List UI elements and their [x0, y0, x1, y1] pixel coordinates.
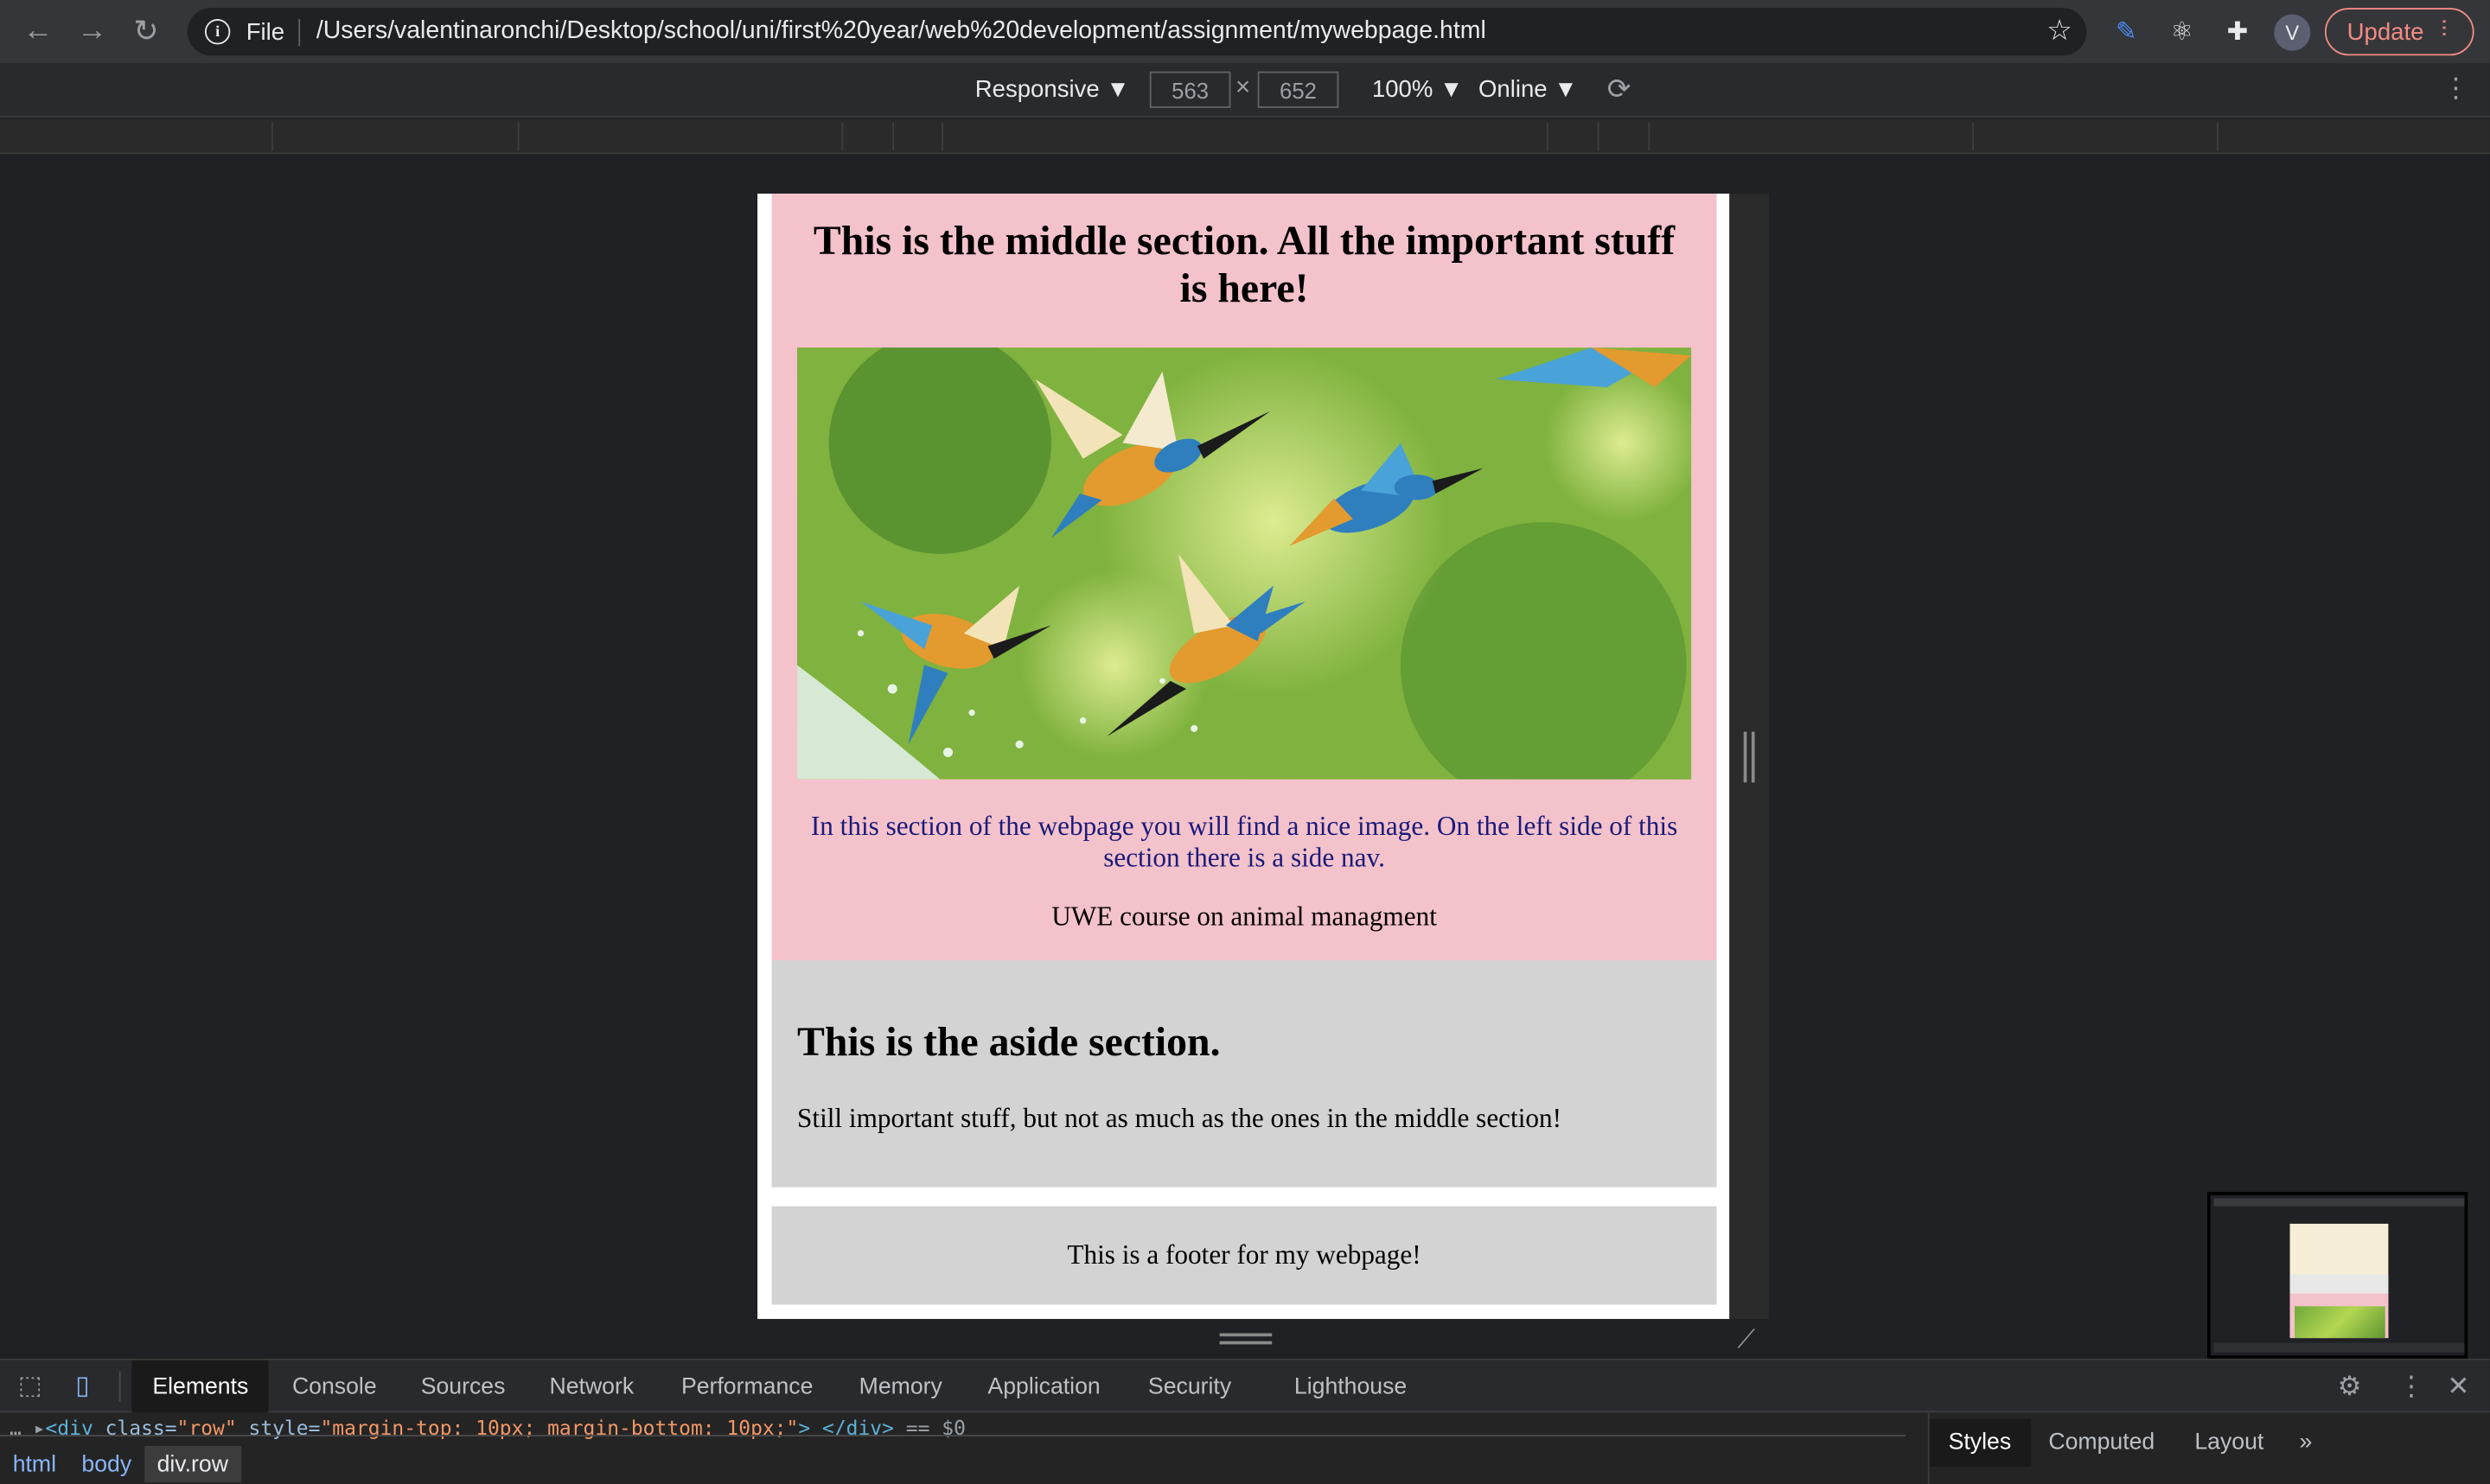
more-tabs-chevron-icon[interactable]: » — [2300, 1419, 2313, 1467]
aside-heading: This is the aside section. — [797, 1018, 1221, 1066]
browser-window: ← → ↻ i File /Users/valentinaronchi/Desk… — [0, 0, 2490, 1484]
tab-memory[interactable]: Memory — [859, 1360, 942, 1413]
tab-layout[interactable]: Layout — [2194, 1419, 2263, 1467]
update-button[interactable]: Update ··· — [2324, 8, 2474, 56]
styles-pane-tabs: Styles Computed Layout » — [1927, 1412, 2490, 1484]
devtools-menu-icon[interactable]: ⋮ — [2397, 1372, 2424, 1404]
device-toolbar: Responsive ▼ 563 × 652 100% ▼ Online ▼ ⟳… — [0, 63, 2490, 118]
animal-management-text: UWE course on animal managment — [1051, 901, 1437, 932]
middle-paragraph: In this section of the webpage you will … — [810, 811, 1678, 874]
update-button-label: Update — [2346, 18, 2424, 46]
network-throttle-dropdown[interactable]: Online ▼ — [1478, 76, 1578, 103]
dom-breadcrumb: html body div.row — [0, 1443, 241, 1484]
close-devtools-icon[interactable]: ✕ — [2447, 1372, 2469, 1404]
menu-dots-icon: ··· — [2430, 17, 2459, 37]
devtools-extension-icon[interactable]: ✎ — [2109, 15, 2143, 49]
inspect-element-icon[interactable]: ⬚ — [15, 1370, 47, 1402]
viewport-width-input[interactable]: 563 — [1149, 71, 1231, 108]
devtools-panel: ⬚ ▯ Elements Console Sources Network Per… — [0, 1358, 2490, 1484]
page-footer: This is a footer for my webpage! — [771, 1206, 1717, 1305]
aside-section: This is the aside section. Still importa… — [771, 960, 1717, 1188]
dimension-times: × — [1235, 74, 1251, 102]
elements-horizontal-scrollbar[interactable] — [0, 1414, 1906, 1436]
kingfisher-image — [797, 347, 1692, 780]
breadcrumb-div-row[interactable]: div.row — [144, 1445, 241, 1483]
tab-application[interactable]: Application — [987, 1360, 1100, 1413]
viewport-resize-handle-bottom[interactable] — [1219, 1333, 1273, 1345]
browser-toolbar: ← → ↻ i File /Users/valentinaronchi/Desk… — [0, 0, 2490, 64]
middle-heading: This is the middle section. All the impo… — [813, 217, 1676, 311]
tab-lighthouse[interactable]: Lighthouse — [1294, 1360, 1407, 1413]
aside-paragraph: Still important stuff, but not as much a… — [797, 1103, 1562, 1134]
url-scheme: File — [246, 18, 285, 46]
react-extension-icon[interactable]: ⚛ — [2164, 15, 2199, 49]
forward-icon[interactable]: → — [65, 5, 118, 59]
reload-icon[interactable]: ↻ — [119, 5, 173, 59]
device-toggle-icon[interactable]: ▯ — [67, 1370, 99, 1402]
device-more-icon[interactable]: ⋮ — [2442, 73, 2469, 105]
settings-gear-icon[interactable]: ⚙ — [2338, 1372, 2362, 1404]
tab-console[interactable]: Console — [292, 1360, 377, 1413]
breadcrumb-html[interactable]: html — [0, 1446, 69, 1482]
bookmark-star-icon[interactable]: ☆ — [2046, 15, 2072, 48]
tab-styles[interactable]: Styles — [1929, 1418, 2031, 1467]
extensions-puzzle-icon[interactable]: ✚ — [2220, 15, 2255, 49]
tab-performance[interactable]: Performance — [681, 1360, 813, 1413]
screen-thumbnail — [2207, 1192, 2468, 1359]
responsive-dropdown[interactable]: Responsive ▼ — [975, 76, 1130, 103]
kingfisher-illustration — [797, 347, 1692, 780]
back-icon[interactable]: ← — [11, 5, 65, 59]
zoom-dropdown[interactable]: 100% ▼ — [1372, 76, 1463, 103]
site-info-icon[interactable]: i — [204, 19, 231, 45]
omnibox-divider — [298, 18, 301, 46]
viewport-height-input[interactable]: 652 — [1257, 71, 1339, 108]
tab-network[interactable]: Network — [549, 1360, 634, 1413]
tab-elements[interactable]: Elements — [131, 1360, 270, 1413]
breadcrumb-body[interactable]: body — [69, 1446, 144, 1482]
viewport-resize-handle-right[interactable] — [1743, 731, 1755, 783]
rotate-icon[interactable]: ⟳ — [1607, 73, 1631, 106]
viewport-resize-corner-icon[interactable]: ⟋ — [1737, 1327, 1755, 1355]
url-text[interactable]: /Users/valentinaronchi/Desktop/school/un… — [316, 17, 1486, 46]
emulated-viewport: This is the middle section. All the impo… — [757, 194, 1730, 1320]
tab-security[interactable]: Security — [1148, 1360, 1231, 1413]
address-bar[interactable]: i File /Users/valentinaronchi/Desktop/sc… — [187, 8, 2087, 56]
tab-sources[interactable]: Sources — [421, 1360, 506, 1413]
footer-text: This is a footer for my webpage! — [1067, 1239, 1421, 1271]
middle-section: This is the middle section. All the impo… — [771, 194, 1717, 961]
profile-avatar[interactable]: V — [2274, 14, 2311, 51]
media-query-bar[interactable] — [0, 118, 2490, 155]
devtools-tabbar: ⬚ ▯ Elements Console Sources Network Per… — [0, 1360, 2490, 1413]
tab-computed[interactable]: Computed — [2048, 1419, 2155, 1467]
